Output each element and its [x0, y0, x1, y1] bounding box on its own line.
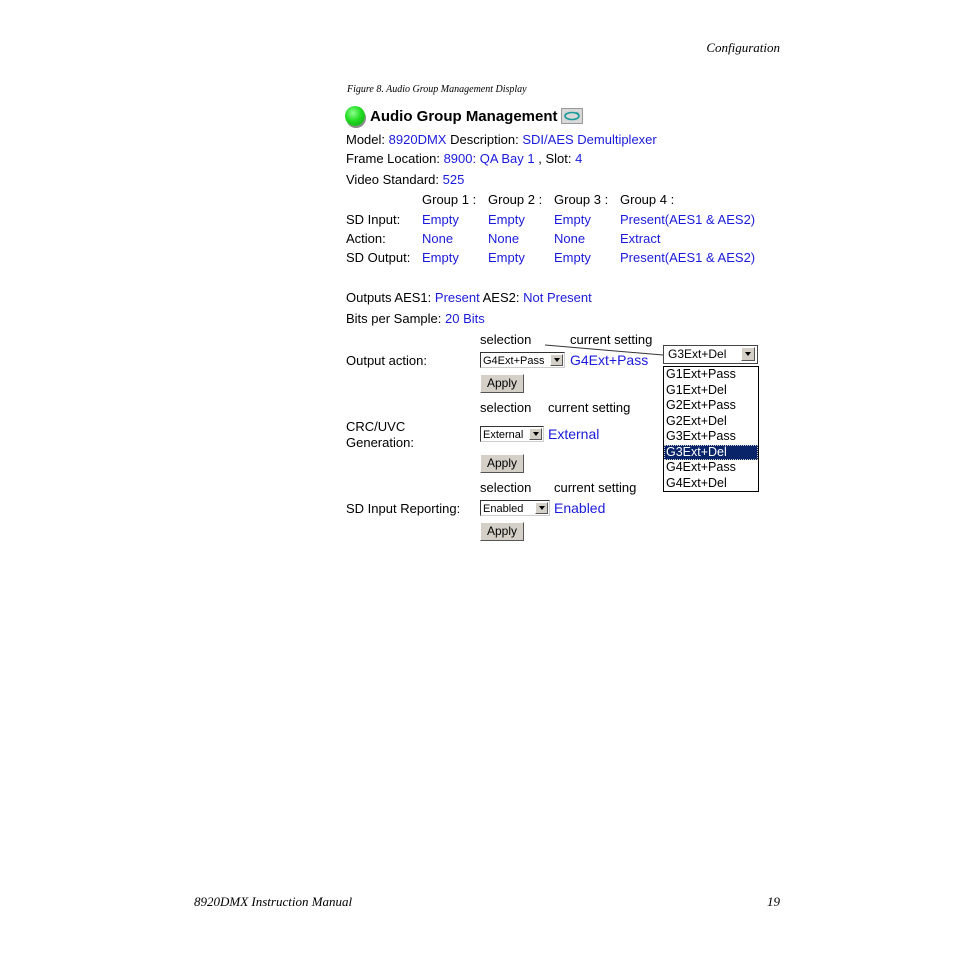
- sd-reporting-current: Enabled: [554, 500, 606, 516]
- group-cell: Empty: [554, 250, 591, 265]
- group-cell: Extract: [620, 231, 661, 246]
- slot-value: 4: [575, 151, 583, 166]
- selection-label: selection: [480, 480, 532, 495]
- group-cell: Empty: [554, 212, 591, 227]
- chevron-down-icon[interactable]: [535, 502, 548, 514]
- group-cell: Empty: [488, 250, 525, 265]
- current-setting-label: current setting: [548, 400, 631, 415]
- current-setting-label: current setting: [554, 480, 637, 495]
- outputs-label: Outputs AES1:: [346, 290, 432, 305]
- sd-reporting-selected: Enabled: [483, 503, 524, 515]
- group-header: Group 3 :: [554, 192, 609, 207]
- frame-label: Frame Location:: [346, 151, 440, 166]
- model-line: Model: 8920DMX Description: SDI/AES Demu…: [346, 132, 657, 148]
- video-value: 525: [442, 172, 465, 187]
- panel-title-row: Audio Group Management: [345, 104, 583, 128]
- model-value: 8920DMX: [388, 132, 447, 147]
- green-led-icon: [345, 106, 365, 126]
- crc-selected: External: [483, 429, 524, 441]
- footer-title: 8920DMX Instruction Manual: [194, 894, 353, 909]
- crc-select[interactable]: External: [480, 426, 544, 442]
- group-header: Group 4 :: [620, 192, 675, 207]
- slot-label: , Slot:: [538, 151, 572, 166]
- panel-title: Audio Group Management: [370, 107, 558, 125]
- chevron-down-icon[interactable]: [529, 428, 542, 440]
- group-header: Group 2 :: [488, 192, 543, 207]
- dropdown-option[interactable]: G4Ext+Pass: [664, 460, 758, 476]
- group-cell: Present(AES1 & AES2): [620, 250, 756, 265]
- group-cell: Empty: [422, 250, 459, 265]
- dropdown-option[interactable]: G1Ext+Del: [664, 383, 758, 399]
- description-label: Description:: [450, 132, 519, 147]
- apply-button[interactable]: Apply: [480, 522, 524, 541]
- output-action-current: G4Ext+Pass: [570, 352, 649, 368]
- description-value: SDI/AES Demultiplexer: [522, 132, 657, 147]
- row-label: Action:: [346, 231, 386, 246]
- crc-label-2: Generation:: [346, 435, 414, 450]
- outputs-aes1-value: Present: [434, 290, 480, 305]
- apply-button[interactable]: Apply: [480, 454, 524, 473]
- dropdown-option[interactable]: G3Ext+Pass: [664, 429, 758, 445]
- model-label: Model:: [346, 132, 386, 147]
- figure-caption: Figure 8. Audio Group Management Display: [347, 84, 527, 95]
- selection-label: selection: [480, 400, 532, 415]
- callout-dropdown-list: G1Ext+Pass G1Ext+Del G2Ext+Pass G2Ext+Del G3…: [663, 366, 759, 492]
- dropdown-option[interactable]: G4Ext+Del: [664, 476, 758, 492]
- chevron-down-icon[interactable]: [741, 347, 755, 361]
- apply-button[interactable]: Apply: [480, 374, 524, 393]
- row-label: SD Output:: [346, 250, 411, 265]
- group-cell: None: [554, 231, 586, 246]
- callout-dropdown-selected: G3Ext+Del: [668, 347, 727, 361]
- callout-dropdown[interactable]: G3Ext+Del: [663, 345, 758, 364]
- output-action-label: Output action:: [346, 353, 427, 368]
- sd-reporting-label: SD Input Reporting:: [346, 501, 461, 516]
- selection-label: selection: [480, 332, 532, 347]
- outputs-line: Outputs AES1: Present AES2: Not Present: [346, 290, 592, 306]
- group-cell: Present(AES1 & AES2): [620, 212, 756, 227]
- bits-line: Bits per Sample: 20 Bits: [346, 311, 485, 327]
- crc-current: External: [548, 426, 600, 442]
- crc-label: CRC/UVC: [346, 419, 406, 434]
- dropdown-option[interactable]: G2Ext+Del: [664, 414, 758, 430]
- group-header: Group 1 :: [422, 192, 477, 207]
- outputs-aes2-label: AES2:: [482, 290, 520, 305]
- row-label: SD Input:: [346, 212, 401, 227]
- page-header: Configuration: [706, 40, 780, 55]
- bits-value: 20 Bits: [445, 311, 485, 326]
- frame-line: Frame Location: 8900: QA Bay 1 , Slot: 4: [346, 151, 582, 167]
- outputs-aes2-value: Not Present: [523, 290, 592, 305]
- group-cell: Empty: [422, 212, 459, 227]
- output-action-select[interactable]: G4Ext+Pass: [480, 352, 565, 368]
- output-action-selected: G4Ext+Pass: [483, 355, 545, 367]
- dropdown-option[interactable]: G2Ext+Pass: [664, 398, 758, 414]
- sd-reporting-select[interactable]: Enabled: [480, 500, 550, 516]
- refresh-icon[interactable]: [560, 108, 583, 124]
- group-cell: None: [422, 231, 454, 246]
- group-cell: Empty: [488, 212, 525, 227]
- video-label: Video Standard:: [346, 172, 439, 187]
- dropdown-option[interactable]: G1Ext+Pass: [664, 367, 758, 383]
- group-cell: None: [488, 231, 520, 246]
- page-number: 19: [767, 894, 780, 909]
- bits-label: Bits per Sample:: [346, 311, 442, 326]
- video-line: Video Standard: 525: [346, 172, 464, 188]
- dropdown-option[interactable]: G3Ext+Del: [664, 444, 758, 460]
- chevron-down-icon[interactable]: [550, 354, 563, 366]
- frame-value: 8900: QA Bay 1: [443, 151, 535, 166]
